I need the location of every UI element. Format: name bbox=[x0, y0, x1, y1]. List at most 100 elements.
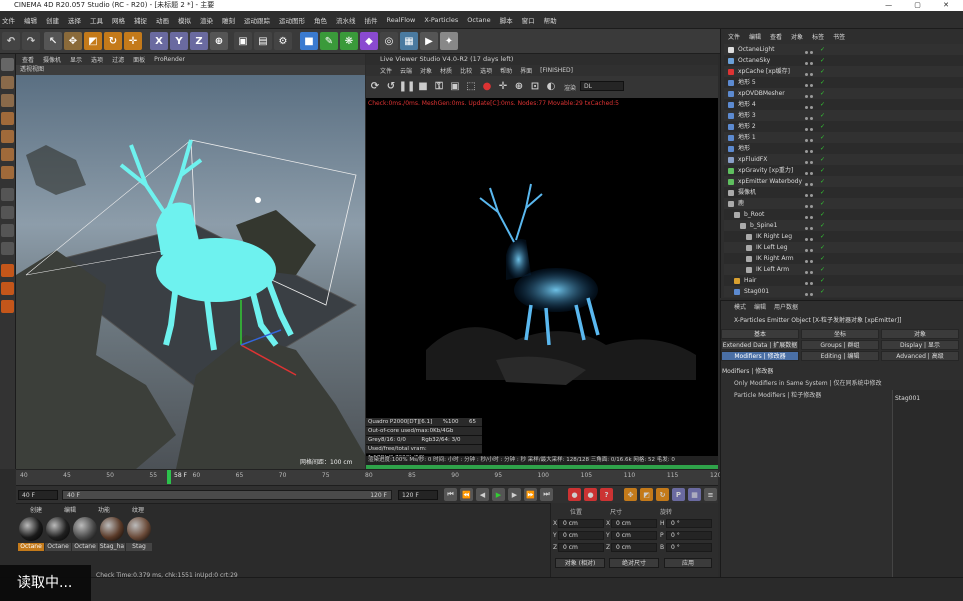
object-row[interactable]: xpGravity [xp重力] ✓ bbox=[724, 165, 963, 176]
cube-icon[interactable]: ■ bbox=[300, 32, 318, 50]
object-name[interactable]: 地形 2 bbox=[738, 121, 756, 132]
object-name[interactable]: OctaneSky bbox=[738, 55, 770, 66]
enabled-check-icon[interactable]: ✓ bbox=[820, 55, 825, 66]
attribute-tab[interactable]: Editing | 编辑 bbox=[801, 351, 879, 361]
object-row[interactable]: OctaneSky ✓ bbox=[724, 55, 963, 66]
menu-item[interactable]: Octane bbox=[467, 16, 490, 24]
object-name[interactable]: b_Spine1 bbox=[750, 220, 777, 231]
visibility-dots[interactable] bbox=[805, 190, 817, 197]
attribute-tab[interactable]: 基本 bbox=[721, 329, 799, 339]
enabled-check-icon[interactable]: ✓ bbox=[820, 242, 825, 253]
material-menu-item[interactable]: 功能 bbox=[84, 505, 110, 514]
enabled-check-icon[interactable]: ✓ bbox=[820, 286, 825, 297]
menu-item[interactable]: 帮助 bbox=[544, 15, 557, 25]
menu-item[interactable]: 网格 bbox=[112, 15, 125, 25]
enabled-check-icon[interactable]: ✓ bbox=[820, 44, 825, 55]
render-settings-icon[interactable]: ⚙ bbox=[274, 32, 292, 50]
coordinate-mode-select[interactable]: 对象 (相对) bbox=[555, 558, 605, 568]
object-name[interactable]: xpEmitter Waterbody bbox=[738, 176, 802, 187]
enabled-check-icon[interactable]: ✓ bbox=[820, 220, 825, 231]
visibility-dots[interactable] bbox=[805, 234, 817, 241]
object-row[interactable]: xpEmitter Waterbody ✓ bbox=[724, 176, 963, 187]
menu-item[interactable]: 运动图形 bbox=[279, 15, 305, 25]
enabled-check-icon[interactable]: ✓ bbox=[820, 231, 825, 242]
object-menu-item[interactable]: 标签 bbox=[812, 32, 824, 41]
subdivision-icon[interactable]: ❋ bbox=[340, 32, 358, 50]
record-icon[interactable]: ● bbox=[568, 488, 581, 501]
viewport-menu-item[interactable]: ProRender bbox=[154, 56, 185, 63]
object-row[interactable]: 地形 3 ✓ bbox=[724, 110, 963, 121]
environment-icon[interactable]: ◎ bbox=[380, 32, 398, 50]
menu-item[interactable]: 动画 bbox=[156, 15, 169, 25]
live-viewer-menu-item[interactable]: 界面 bbox=[520, 66, 532, 75]
viewport-menu-item[interactable]: 选项 bbox=[91, 55, 103, 64]
clay-icon[interactable]: ◐ bbox=[544, 79, 558, 93]
enabled-check-icon[interactable]: ✓ bbox=[820, 275, 825, 286]
lock-icon[interactable]: ⚿ bbox=[432, 79, 446, 93]
material-menu-item[interactable]: 编辑 bbox=[50, 505, 76, 514]
menu-item[interactable]: 窗口 bbox=[522, 15, 535, 25]
focus-icon[interactable]: ✛ bbox=[496, 79, 510, 93]
menu-item[interactable]: 选择 bbox=[68, 15, 81, 25]
object-row[interactable]: 地形 1 ✓ bbox=[724, 132, 963, 143]
play-icon[interactable]: ▶ bbox=[492, 488, 505, 501]
object-name[interactable]: Hair bbox=[744, 275, 756, 286]
object-row[interactable]: 摄像机 ✓ bbox=[724, 187, 963, 198]
end-frame-field[interactable]: 120 F bbox=[398, 490, 438, 500]
material-swatch[interactable] bbox=[127, 517, 151, 541]
menu-item[interactable]: 流水线 bbox=[336, 15, 356, 25]
menu-item[interactable]: 编辑 bbox=[24, 15, 37, 25]
enabled-check-icon[interactable]: ✓ bbox=[820, 154, 825, 165]
next-frame-icon[interactable]: ▶ bbox=[508, 488, 521, 501]
material-label[interactable]: Stag bbox=[126, 543, 152, 551]
visibility-dots[interactable] bbox=[805, 113, 817, 120]
material-swatch[interactable] bbox=[73, 517, 97, 541]
live-viewer-menu-item[interactable]: 云端 bbox=[400, 66, 412, 75]
menu-item[interactable]: 工具 bbox=[90, 15, 103, 25]
menu-item[interactable]: 运动跟踪 bbox=[244, 15, 270, 25]
region-icon[interactable]: ⬚ bbox=[464, 79, 478, 93]
coordinate-system-icon[interactable]: ⊕ bbox=[210, 32, 228, 50]
object-menu-item[interactable]: 文件 bbox=[728, 32, 740, 41]
perspective-viewport[interactable] bbox=[16, 75, 365, 469]
material-menu-item[interactable]: 纹理 bbox=[118, 505, 144, 514]
menu-item[interactable]: RealFlow bbox=[387, 16, 416, 24]
enabled-check-icon[interactable]: ✓ bbox=[820, 121, 825, 132]
size-field[interactable]: 0 cm bbox=[611, 543, 657, 552]
visibility-dots[interactable] bbox=[805, 267, 817, 274]
make-editable-icon[interactable] bbox=[1, 58, 14, 71]
object-name[interactable]: 地形 4 bbox=[738, 99, 756, 110]
only-modifiers-checkbox[interactable]: Only Modifiers in Same System | 仅在同系统中修改 bbox=[734, 378, 881, 387]
object-row[interactable]: b_Root ✓ bbox=[724, 209, 963, 220]
keyframe-selection-icon[interactable]: ? bbox=[600, 488, 613, 501]
object-row[interactable]: xpFluidFX ✓ bbox=[724, 154, 963, 165]
rotation-field[interactable]: 0 ° bbox=[666, 543, 712, 552]
enabled-check-icon[interactable]: ✓ bbox=[820, 176, 825, 187]
edges-mode-icon[interactable] bbox=[1, 130, 14, 143]
undo-icon[interactable]: ↶ bbox=[2, 32, 20, 50]
enabled-check-icon[interactable]: ✓ bbox=[820, 77, 825, 88]
object-row[interactable]: 地形 5 ✓ bbox=[724, 77, 963, 88]
visibility-dots[interactable] bbox=[805, 102, 817, 109]
restart-icon[interactable]: ↺ bbox=[384, 79, 398, 93]
size-mode-select[interactable]: 绝对尺寸 bbox=[609, 558, 659, 568]
object-name[interactable]: 地形 5 bbox=[738, 77, 756, 88]
object-row[interactable]: 地形 2 ✓ bbox=[724, 121, 963, 132]
attribute-tab[interactable]: 坐标 bbox=[801, 329, 879, 339]
visibility-dots[interactable] bbox=[805, 135, 817, 142]
object-name[interactable]: xpCache [xp缓存] bbox=[738, 66, 790, 77]
menu-item[interactable]: 创建 bbox=[46, 15, 59, 25]
object-row[interactable]: b_Spine1 ✓ bbox=[724, 220, 963, 231]
material-label[interactable]: Stag_ha bbox=[99, 543, 125, 551]
material-label[interactable]: Octane bbox=[18, 543, 44, 551]
object-name[interactable]: IK Right Leg bbox=[756, 231, 792, 242]
object-name[interactable]: OctaneLight bbox=[738, 44, 775, 55]
transform-icon[interactable]: ✛ bbox=[124, 32, 142, 50]
visibility-dots[interactable] bbox=[805, 245, 817, 252]
size-field[interactable]: 0 cm bbox=[611, 519, 657, 528]
material-menu-item[interactable]: 创建 bbox=[16, 505, 42, 514]
key-parameter-icon[interactable]: P bbox=[672, 488, 685, 501]
stop-icon[interactable]: ■ bbox=[416, 79, 430, 93]
live-viewer-menu-item[interactable]: 比较 bbox=[460, 66, 472, 75]
visibility-dots[interactable] bbox=[805, 278, 817, 285]
